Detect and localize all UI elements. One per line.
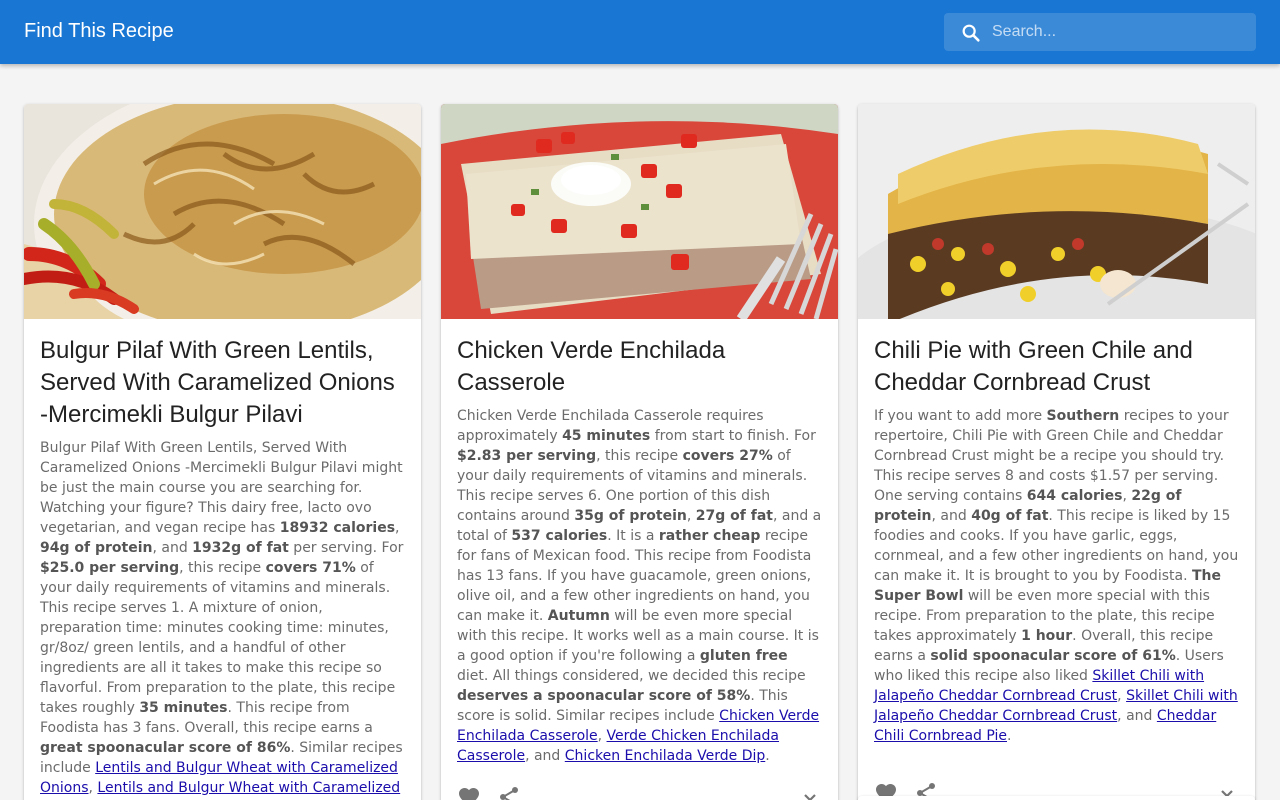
recipe-image[interactable] <box>858 104 1255 319</box>
recipe-title[interactable]: Chili Pie with Green Chile and Cheddar C… <box>858 319 1255 399</box>
recipe-image[interactable] <box>24 104 421 319</box>
summary-highlight: 18932 calories <box>279 520 396 536</box>
recipe-summary: Bulgur Pilaf With Green Lentils, Served … <box>24 431 421 800</box>
summary-highlight: Autumn <box>547 608 610 624</box>
chevron-down-icon[interactable] <box>798 785 822 800</box>
share-icon[interactable] <box>497 785 521 800</box>
card-actions <box>441 766 838 800</box>
heart-icon[interactable] <box>457 785 481 800</box>
recipe-summary: Chicken Verde Enchilada Casserole requir… <box>457 408 822 764</box>
summary-highlight: gluten free <box>699 648 788 664</box>
search-box[interactable] <box>944 13 1256 51</box>
recipe-card-partial <box>858 796 1255 800</box>
recipe-title[interactable]: Chicken Verde Enchilada Casserole <box>441 319 838 399</box>
summary-highlight: $25.0 per serving <box>40 560 180 576</box>
recipe-card: Chili Pie with Green Chile and Cheddar C… <box>858 104 1255 800</box>
app-bar: Find This Recipe <box>0 0 1280 64</box>
summary-highlight: 35g of protein <box>574 508 687 524</box>
card-actions <box>858 746 1255 800</box>
summary-highlight: rather cheap <box>658 528 761 544</box>
summary-highlight: 1932g of fat <box>192 540 289 556</box>
recipe-card: Bulgur Pilaf With Green Lentils, Served … <box>24 104 421 800</box>
summary-highlight: 644 calories <box>1026 488 1123 504</box>
similar-recipe-link[interactable]: Lentils and Bulgur Wheat with Caramelize… <box>40 780 400 800</box>
recipe-title[interactable]: Bulgur Pilaf With Green Lentils, Served … <box>24 319 421 431</box>
app-title[interactable]: Find This Recipe <box>24 20 174 43</box>
summary-highlight: 45 minutes <box>562 428 651 444</box>
recipe-card: Chicken Verde Enchilada Casserole Chicke… <box>441 104 838 800</box>
summary-highlight: 537 calories <box>511 528 608 544</box>
recipe-image[interactable] <box>441 104 838 319</box>
search-input[interactable] <box>992 13 1248 51</box>
summary-highlight: 40g of fat <box>971 508 1049 524</box>
summary-highlight: 94g of protein <box>40 540 153 556</box>
summary-highlight: covers 71% <box>265 560 356 576</box>
summary-highlight: $2.83 per serving <box>457 448 597 464</box>
summary-highlight: The Super Bowl <box>874 568 1221 604</box>
summary-highlight: solid spoonacular score of 61% <box>930 648 1176 664</box>
summary-highlight: 27g of fat <box>695 508 773 524</box>
summary-highlight: Southern <box>1046 408 1120 424</box>
summary-highlight: 35 minutes <box>139 700 228 716</box>
recipe-summary: If you want to add more Southern recipes… <box>874 408 1239 744</box>
search-icon[interactable] <box>960 22 982 44</box>
summary-highlight: covers 27% <box>682 448 773 464</box>
summary-highlight: 1 hour <box>1021 628 1073 644</box>
summary-highlight: great spoonacular score of 86% <box>40 740 291 756</box>
similar-recipe-link[interactable]: Chicken Enchilada Verde Dip <box>565 748 765 764</box>
summary-highlight: deserves a spoonacular score of 58% <box>457 688 751 704</box>
